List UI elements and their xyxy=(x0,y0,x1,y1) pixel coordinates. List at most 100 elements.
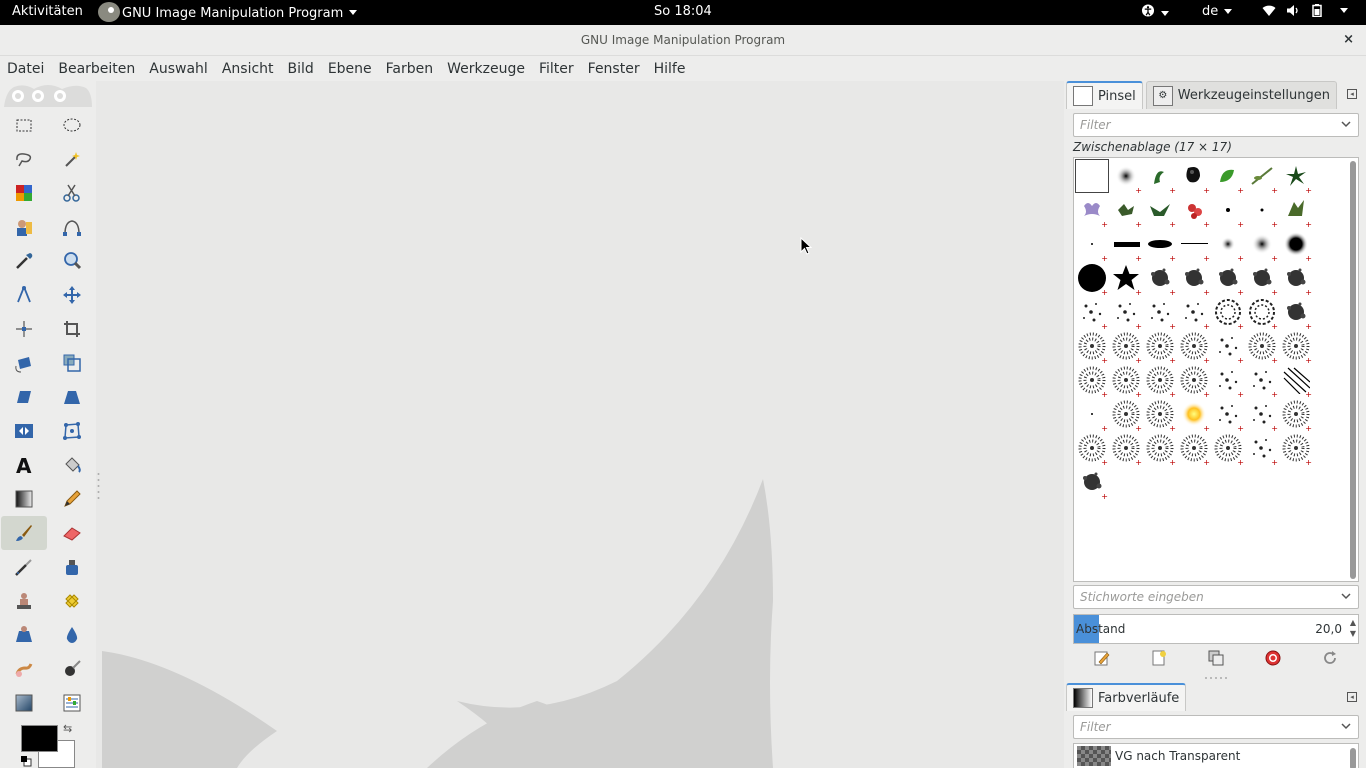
brush-item[interactable]: + xyxy=(1177,193,1211,229)
brush-item[interactable]: + xyxy=(1109,193,1143,229)
pencil-tool[interactable] xyxy=(48,482,96,516)
brush-item[interactable]: + xyxy=(1211,159,1245,195)
menu-bild[interactable]: Bild xyxy=(288,61,314,77)
align-tool[interactable] xyxy=(0,312,48,346)
clock[interactable]: So 18:04 xyxy=(654,4,712,19)
brush-item[interactable]: + xyxy=(1211,193,1245,229)
brush-item[interactable]: + xyxy=(1245,363,1279,399)
brush-scrollbar[interactable] xyxy=(1350,161,1356,579)
perspective-tool[interactable] xyxy=(48,380,96,414)
brush-item[interactable]: + xyxy=(1211,431,1245,467)
menu-auswahl[interactable]: Auswahl xyxy=(149,61,208,77)
swap-colors-icon[interactable]: ⇆ xyxy=(63,722,72,735)
brush-item[interactable]: + xyxy=(1279,261,1313,297)
brush-item[interactable]: + xyxy=(1075,363,1109,399)
menu-fenster[interactable]: Fenster xyxy=(588,61,640,77)
blend-tool[interactable] xyxy=(0,482,48,516)
accessibility-menu[interactable] xyxy=(1141,4,1169,21)
crop-tool[interactable] xyxy=(48,312,96,346)
fuzzy-select-tool[interactable] xyxy=(48,142,96,176)
tab-gradients[interactable]: Farbverläufe xyxy=(1066,683,1187,711)
brush-item[interactable]: + xyxy=(1109,363,1143,399)
gradient-filter-combo[interactable] xyxy=(1073,715,1359,739)
window-titlebar[interactable]: GNU Image Manipulation Program × xyxy=(0,25,1366,56)
rect-select-tool[interactable] xyxy=(0,108,48,142)
brush-item[interactable]: + xyxy=(1109,295,1143,331)
rotate-tool[interactable] xyxy=(0,346,48,380)
levels-tool[interactable] xyxy=(48,686,96,720)
brush-item[interactable]: + xyxy=(1177,363,1211,399)
spinner-arrows-icon[interactable]: ▲ ▼ xyxy=(1350,617,1356,639)
text-tool[interactable]: A xyxy=(0,448,48,482)
airbrush-tool[interactable] xyxy=(0,550,48,584)
brush-item[interactable]: + xyxy=(1245,397,1279,433)
brush-item[interactable]: + xyxy=(1109,159,1143,195)
gradient-scrollbar[interactable] xyxy=(1350,748,1356,768)
dock-menu-icon[interactable]: ◂ xyxy=(1347,89,1357,99)
brush-item[interactable]: + xyxy=(1211,295,1245,331)
refresh-brushes-icon[interactable] xyxy=(1321,649,1339,667)
menu-filter[interactable]: Filter xyxy=(539,61,574,77)
foreground-select-tool[interactable] xyxy=(0,210,48,244)
brush-item[interactable]: + xyxy=(1143,261,1177,297)
spacing-slider[interactable]: Abstand 20,0 ▲ ▼ xyxy=(1073,614,1359,644)
brush-item[interactable]: + xyxy=(1075,329,1109,365)
delete-brush-icon[interactable] xyxy=(1264,649,1282,667)
brush-item[interactable]: + xyxy=(1143,159,1177,195)
brush-item[interactable]: + xyxy=(1211,397,1245,433)
clone-tool[interactable] xyxy=(0,584,48,618)
brush-item[interactable]: + xyxy=(1075,227,1109,263)
brush-item[interactable]: + xyxy=(1109,431,1143,467)
brush-tags-combo[interactable] xyxy=(1073,585,1359,609)
dodge-burn-tool[interactable] xyxy=(48,652,96,686)
menu-ansicht[interactable]: Ansicht xyxy=(222,61,274,77)
brush-item[interactable]: + xyxy=(1279,295,1313,331)
image-canvas[interactable] xyxy=(97,81,1061,768)
brush-item[interactable]: + xyxy=(1143,397,1177,433)
foreground-color[interactable] xyxy=(21,725,58,752)
perspective-clone-tool[interactable] xyxy=(0,618,48,652)
color-picker-tool[interactable] xyxy=(0,244,48,278)
brush-item[interactable]: + xyxy=(1109,397,1143,433)
menu-datei[interactable]: Datei xyxy=(7,61,44,77)
tab-tool-options[interactable]: ⚙ Werkzeugeinstellungen xyxy=(1145,81,1337,109)
brush-item[interactable]: + xyxy=(1109,227,1143,263)
brush-tags-input[interactable] xyxy=(1074,586,1324,608)
duplicate-brush-icon[interactable] xyxy=(1207,649,1225,667)
blur-sharpen-tool[interactable] xyxy=(48,618,96,652)
ellipse-select-tool[interactable] xyxy=(48,108,96,142)
brush-item[interactable]: + xyxy=(1143,227,1177,263)
scissors-select-tool[interactable] xyxy=(48,176,96,210)
brush-item[interactable]: + xyxy=(1279,397,1313,433)
dock-pane-handle[interactable] xyxy=(1204,676,1228,680)
free-select-tool[interactable] xyxy=(0,142,48,176)
brush-item[interactable]: + xyxy=(1075,431,1109,467)
brush-item[interactable]: + xyxy=(1177,261,1211,297)
close-button[interactable]: × xyxy=(1343,32,1354,47)
scale-tool[interactable] xyxy=(48,346,96,380)
tab-brushes[interactable]: Pinsel xyxy=(1066,81,1143,109)
brush-item[interactable]: + xyxy=(1143,295,1177,331)
brush-item[interactable]: + xyxy=(1143,329,1177,365)
wilber-drop-area[interactable] xyxy=(4,83,92,107)
brush-item[interactable]: + xyxy=(1143,193,1177,229)
brush-item[interactable]: + xyxy=(1245,295,1279,331)
chevron-down-icon[interactable] xyxy=(1340,589,1352,603)
brush-item[interactable]: + xyxy=(1279,227,1313,263)
brush-item[interactable]: + xyxy=(1245,431,1279,467)
brush-item[interactable]: + xyxy=(1075,465,1109,501)
measure-tool[interactable] xyxy=(0,278,48,312)
brush-item[interactable]: + xyxy=(1177,431,1211,467)
shear-tool[interactable] xyxy=(0,380,48,414)
language-menu[interactable]: de xyxy=(1202,4,1233,19)
brush-item[interactable]: + xyxy=(1177,227,1211,263)
cage-transform-tool[interactable] xyxy=(48,414,96,448)
brush-item[interactable]: + xyxy=(1279,159,1313,195)
brush-item[interactable]: + xyxy=(1177,295,1211,331)
brush-item[interactable]: + xyxy=(1109,329,1143,365)
paths-tool[interactable] xyxy=(48,210,96,244)
brush-item[interactable]: + xyxy=(1109,261,1143,297)
chevron-down-icon[interactable] xyxy=(1340,117,1352,131)
brush-item[interactable]: + xyxy=(1211,363,1245,399)
dock-menu-icon[interactable]: ◂ xyxy=(1347,692,1357,702)
